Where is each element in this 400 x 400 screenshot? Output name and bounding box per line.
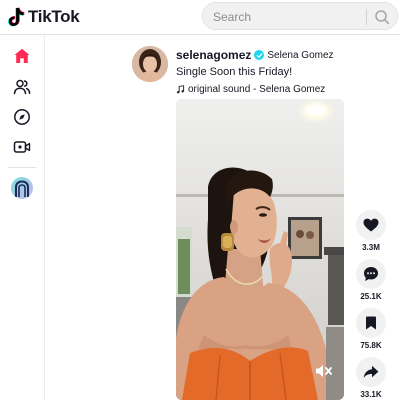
volume-muted-icon <box>316 365 332 377</box>
search-button[interactable] <box>371 6 393 28</box>
like-button[interactable] <box>356 210 386 240</box>
video-frame <box>176 99 344 400</box>
share-action: 33.1K <box>356 357 386 399</box>
nav-live[interactable] <box>10 135 34 159</box>
nav-following[interactable] <box>10 75 34 99</box>
search-divider <box>366 9 367 25</box>
share-arrow-icon <box>363 365 379 378</box>
top-header: TikTok <box>0 0 400 35</box>
author-username[interactable]: selenagomez <box>176 48 251 62</box>
music-note-icon <box>176 85 185 94</box>
following-icon <box>13 79 31 95</box>
author-nickname: Selena Gomez <box>267 49 334 61</box>
save-count: 75.8K <box>360 341 382 350</box>
nav-explore[interactable] <box>10 105 34 129</box>
video-player[interactable] <box>176 99 344 400</box>
account-avatar[interactable] <box>11 177 33 199</box>
nav-home[interactable] <box>10 44 34 68</box>
post-caption: Single Soon this Friday! <box>176 66 293 78</box>
save-button[interactable] <box>356 308 386 338</box>
sound-label: original sound - Selena Gomez <box>188 84 326 95</box>
search-input[interactable] <box>213 8 363 26</box>
like-action: 3.3M <box>356 210 386 252</box>
explore-icon <box>14 109 30 125</box>
share-button[interactable] <box>356 357 386 387</box>
post-author-avatar[interactable] <box>132 46 168 82</box>
like-count: 3.3M <box>362 243 380 252</box>
search-icon <box>375 10 390 25</box>
search-bar <box>202 2 398 30</box>
sound-link[interactable]: original sound - Selena Gomez <box>176 83 396 96</box>
comment-action: 25.1K <box>356 259 386 301</box>
share-count: 33.1K <box>360 390 382 399</box>
heart-icon <box>363 218 379 232</box>
home-icon <box>14 48 30 63</box>
mute-button[interactable] <box>314 362 334 380</box>
comment-icon <box>364 267 378 281</box>
verified-badge-icon <box>254 50 265 60</box>
save-action: 75.8K <box>356 308 386 350</box>
bookmark-icon <box>366 316 376 330</box>
tiktok-logo[interactable]: TikTok <box>8 6 80 28</box>
left-sidebar <box>0 35 45 400</box>
comment-count: 25.1K <box>360 292 382 301</box>
sidebar-divider <box>8 167 36 168</box>
logo-text: TikTok <box>28 7 80 26</box>
comment-button[interactable] <box>356 259 386 289</box>
tiktok-note-icon <box>8 7 26 27</box>
author-line: selenagomez Selena Gomez <box>176 48 396 62</box>
live-icon <box>13 141 31 153</box>
post-meta: selenagomez Selena Gomez Single Soon thi… <box>176 48 396 96</box>
